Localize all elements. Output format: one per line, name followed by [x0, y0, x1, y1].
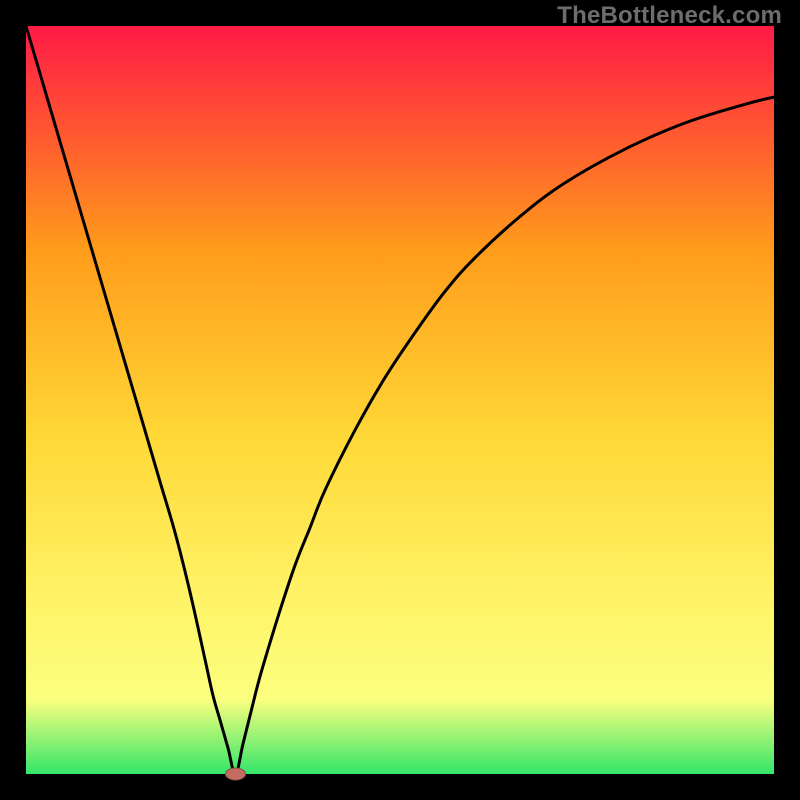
plot-area — [26, 26, 774, 774]
bottleneck-chart — [0, 0, 800, 800]
watermark: TheBottleneck.com — [557, 2, 782, 30]
chart-container: { "watermark": "TheBottleneck.com", "col… — [0, 0, 800, 800]
bottleneck-marker — [225, 768, 245, 780]
